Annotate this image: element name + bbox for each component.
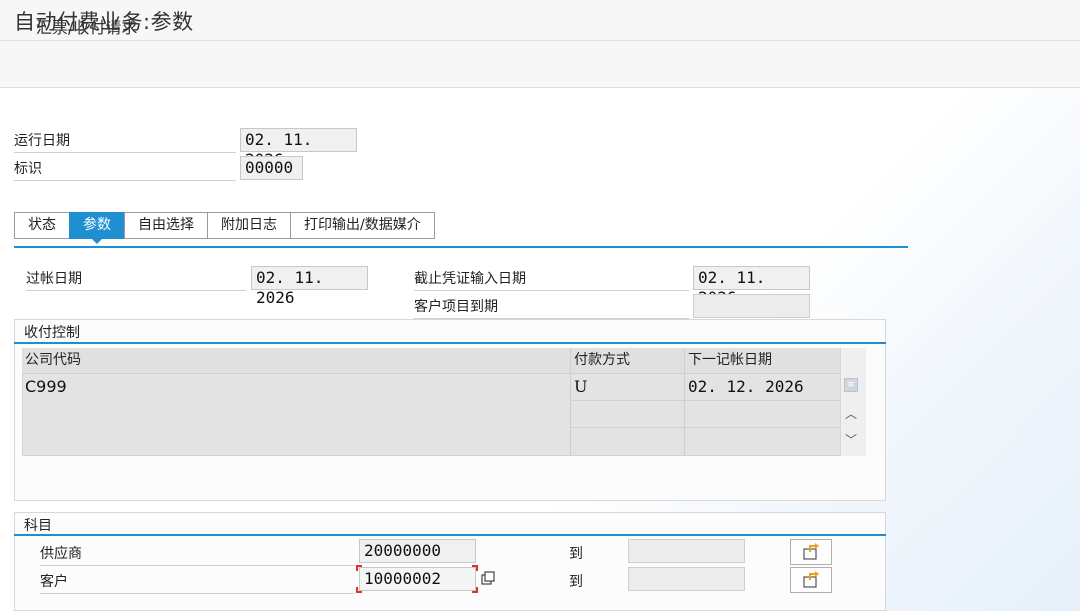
payment-control-title-line [14, 342, 886, 344]
row-separator [570, 427, 840, 428]
column-header-payment-method[interactable]: 付款方式 [571, 348, 684, 373]
customer-items-due-label: 客户项目到期 [414, 296, 689, 319]
id-field[interactable]: 00000 [240, 156, 303, 180]
doc-entry-date-label: 截止凭证输入日期 [414, 268, 689, 291]
customer-to-field[interactable] [628, 567, 745, 591]
cell-payment-method[interactable]: U [571, 374, 684, 400]
bill-request-button[interactable]: 汇票/收付请求 [36, 14, 137, 38]
focus-corner-top-right [472, 565, 478, 571]
accounts-title: 科目 [24, 518, 52, 534]
run-date-field[interactable]: 02. 11. 2026 [240, 128, 357, 169]
focus-corner-top-left [356, 565, 362, 571]
customer-multiple-selection-button[interactable] [790, 567, 832, 593]
customer-items-due-field[interactable] [693, 294, 810, 318]
tab-free-selection[interactable]: 自由选择 [124, 212, 207, 239]
cell-company-code[interactable]: C999 [22, 374, 570, 400]
vendor-to-label: 到 [569, 546, 583, 562]
run-date-label: 运行日期 [14, 130, 236, 153]
tab-printout-data-medium[interactable]: 打印输出/数据媒介 [290, 212, 435, 239]
focus-corner-bottom-left [356, 587, 362, 593]
customer-to-label: 到 [569, 574, 583, 590]
posting-date-label: 过帐日期 [26, 268, 246, 291]
vendor-multiple-selection-button[interactable] [790, 539, 832, 565]
vendor-to-field[interactable] [628, 539, 745, 563]
customer-from-field[interactable]: 10000002 [359, 567, 476, 591]
scroll-up-icon[interactable]: ︿ [841, 404, 861, 424]
vendor-label: 供应商 [40, 543, 355, 566]
accounts-title-line [14, 534, 886, 536]
customer-label: 客户 [40, 571, 355, 594]
vendor-from-field[interactable]: 20000000 [359, 539, 476, 563]
value-help-icon[interactable] [479, 570, 497, 588]
tabstrip: 状态 参数 自由选择 附加日志 打印输出/数据媒介 [14, 212, 435, 244]
focus-corner-bottom-right [472, 587, 478, 593]
column-settings-icon[interactable]: ≡ [844, 378, 858, 392]
column-separator [570, 348, 571, 456]
tab-parameters[interactable]: 参数 [69, 212, 124, 244]
application-toolbar [0, 41, 1080, 88]
scroll-down-icon[interactable]: ﹀ [841, 430, 861, 450]
column-separator [684, 348, 685, 456]
cell-next-posting-date[interactable]: 02. 12. 2026 [685, 374, 840, 400]
doc-entry-date-field[interactable]: 02. 11. 2026 [693, 266, 810, 307]
column-header-company-code[interactable]: 公司代码 [22, 348, 570, 373]
tab-additional-log[interactable]: 附加日志 [207, 212, 290, 239]
id-label: 标识 [14, 158, 236, 181]
multiple-selection-icon [803, 543, 819, 560]
tab-status[interactable]: 状态 [14, 212, 69, 239]
column-header-next-posting-date[interactable]: 下一记帐日期 [685, 348, 840, 373]
posting-date-field[interactable]: 02. 11. 2026 [251, 266, 368, 307]
payment-control-title: 收付控制 [24, 325, 80, 341]
tab-underline [14, 246, 908, 248]
row-separator [570, 400, 840, 401]
multiple-selection-icon [803, 571, 819, 588]
